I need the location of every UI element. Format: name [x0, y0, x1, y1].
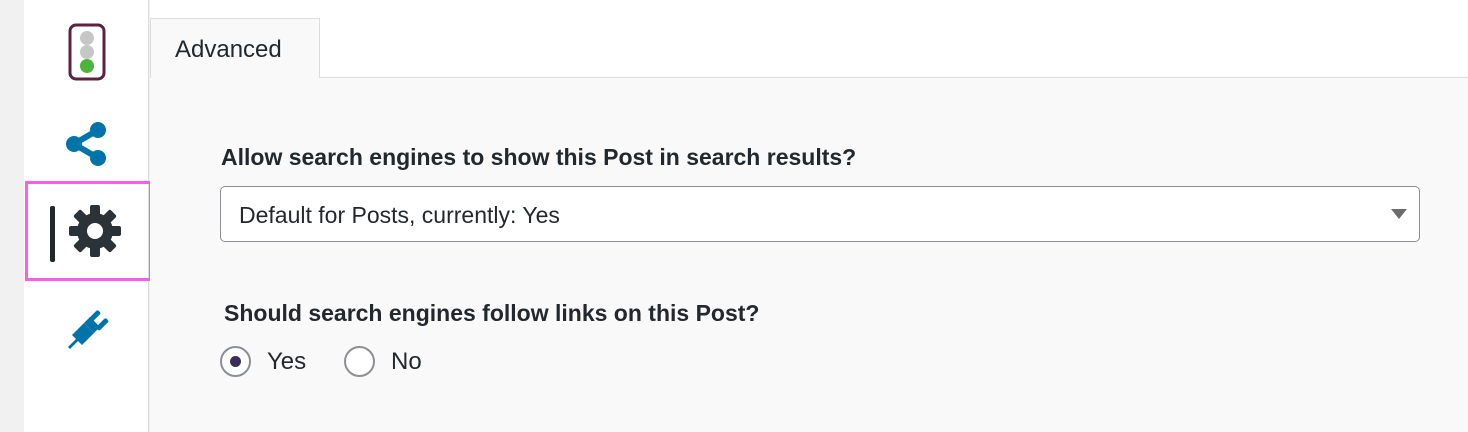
sidebar-item-advanced[interactable]	[25, 181, 152, 281]
sidebar-item-integrations[interactable]	[24, 288, 149, 368]
sidebar-item-readability[interactable]	[24, 12, 149, 92]
follow-links-no-option[interactable]: No	[344, 346, 422, 377]
metabox-main: Advanced Allow search engines to show th…	[150, 0, 1468, 432]
plug-icon	[67, 310, 108, 349]
sidebar-item-social[interactable]	[24, 104, 149, 184]
radio-checked-dot	[230, 356, 241, 367]
advanced-panel: Allow search engines to show this Post i…	[150, 78, 1468, 432]
follow-links-yes-label[interactable]: Yes	[267, 348, 306, 376]
active-indicator	[50, 206, 55, 262]
follow-links-no-label[interactable]: No	[391, 348, 422, 376]
search-visibility-select[interactable]: Default for Posts, currently: Yes	[220, 186, 1420, 242]
search-visibility-value: Default for Posts, currently: Yes	[239, 202, 560, 228]
follow-links-label: Should search engines follow links on th…	[224, 300, 760, 326]
traffic-light-icon	[68, 23, 105, 81]
chevron-down-icon	[1391, 209, 1407, 219]
share-icon	[65, 122, 106, 166]
follow-links-yes-option[interactable]: Yes	[220, 346, 306, 377]
follow-links-yes-radio[interactable]	[220, 346, 251, 377]
search-visibility-label: Allow search engines to show this Post i…	[221, 144, 857, 170]
gear-icon	[68, 205, 121, 257]
follow-links-no-radio[interactable]	[344, 346, 375, 377]
tab-advanced[interactable]: Advanced	[150, 18, 320, 79]
tab-strip: Advanced	[150, 0, 1468, 79]
metabox-sidebar	[24, 0, 152, 432]
